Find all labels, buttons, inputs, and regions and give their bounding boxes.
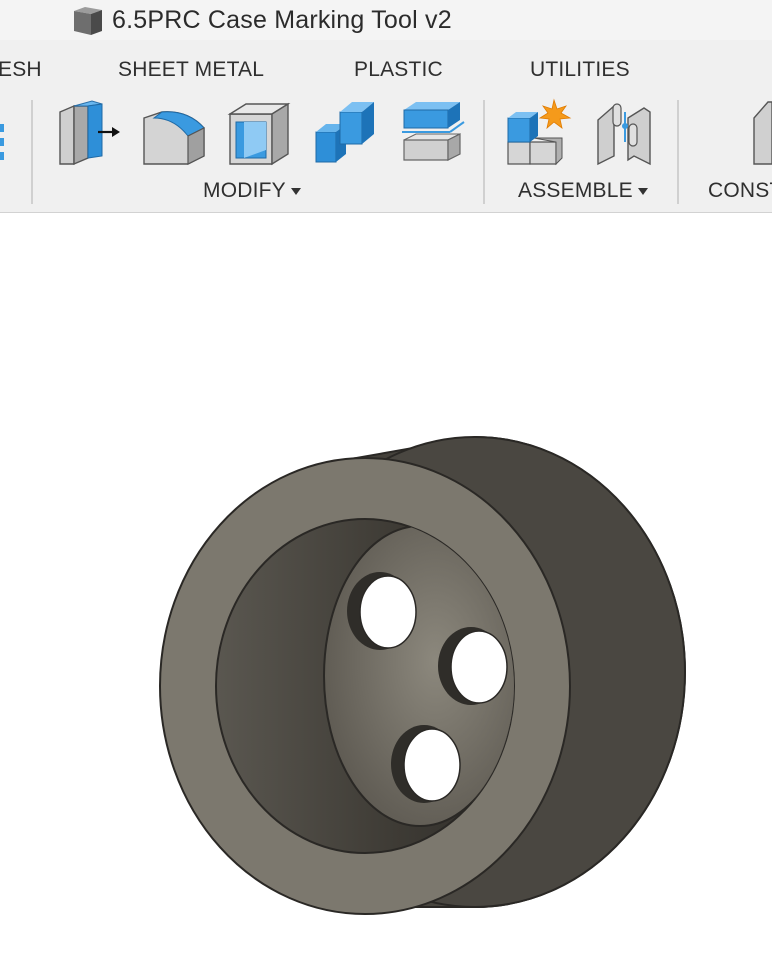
ribbon-toolbar: ESH SHEET METAL PLASTIC UTILITIES MODIFY… xyxy=(0,40,772,213)
joint-icon[interactable] xyxy=(592,98,662,170)
tab-utilities[interactable]: UTILITIES xyxy=(530,58,630,82)
title-bar: 6.5PRC Case Marking Tool v2 xyxy=(0,0,772,40)
modify-label: MODIFY xyxy=(203,179,286,202)
caret-down-icon xyxy=(290,187,301,195)
combine-icon[interactable] xyxy=(310,98,380,170)
toolbar-separator xyxy=(677,100,679,204)
tab-sheet-metal[interactable]: SHEET METAL xyxy=(118,58,264,82)
assemble-menu[interactable]: ASSEMBLE xyxy=(518,179,648,203)
construct-menu[interactable]: CONST xyxy=(708,179,772,203)
new-component-icon[interactable] xyxy=(504,98,574,170)
canvas-viewport[interactable] xyxy=(0,213,772,972)
toolbar-separator xyxy=(31,100,33,204)
offset-plane-icon[interactable] xyxy=(746,98,772,170)
fillet-icon[interactable] xyxy=(138,98,208,170)
cylindrical-cup-model[interactable] xyxy=(0,213,772,972)
tab-mesh[interactable]: ESH xyxy=(0,58,42,82)
box-icon xyxy=(70,4,106,38)
toolbar-separator xyxy=(483,100,485,204)
document-title: 6.5PRC Case Marking Tool v2 xyxy=(112,6,452,34)
construct-label: CONST xyxy=(708,179,772,202)
assemble-label: ASSEMBLE xyxy=(518,179,633,202)
offset-face-icon[interactable] xyxy=(398,98,468,170)
press-pull-icon[interactable] xyxy=(54,98,124,170)
modify-menu[interactable]: MODIFY xyxy=(203,179,301,203)
hole-bottom xyxy=(391,725,461,803)
shell-icon[interactable] xyxy=(224,98,294,170)
hole-right xyxy=(438,627,508,705)
partial-tool-icon[interactable] xyxy=(0,98,14,170)
caret-down-icon xyxy=(637,187,648,195)
tab-plastic[interactable]: PLASTIC xyxy=(354,58,443,82)
hole-top xyxy=(347,572,417,650)
